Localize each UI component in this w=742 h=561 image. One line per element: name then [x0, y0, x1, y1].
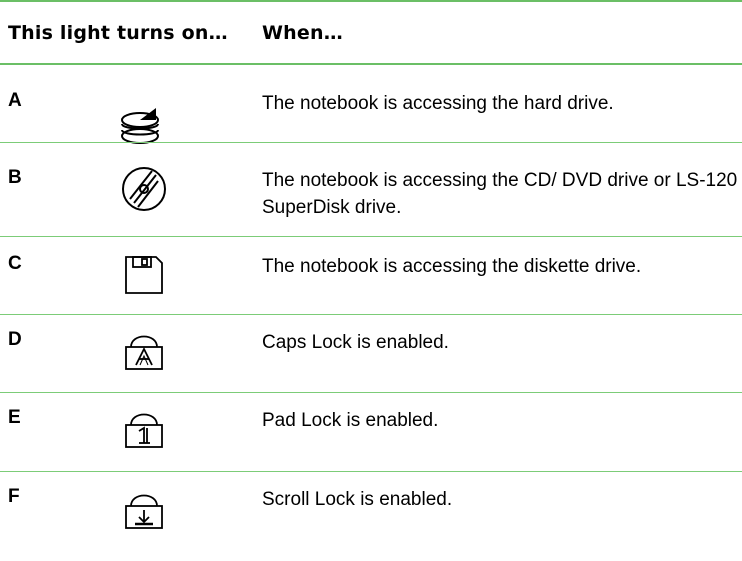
table-row: F Scroll Lock is enabled.: [0, 472, 742, 561]
top-rule: [0, 0, 742, 2]
row-when: The notebook is accessing the diskette d…: [262, 256, 642, 277]
table-row: B The notebook is accessing the CD/ DVD …: [0, 143, 742, 236]
table-row: E Pad Lock is enabled.: [0, 393, 742, 471]
scroll-lock-icon: [122, 484, 166, 532]
row-letter: E: [8, 407, 21, 428]
caps-lock-icon: [122, 325, 166, 373]
row-when: Pad Lock is enabled.: [262, 410, 439, 431]
row-letter: B: [8, 167, 22, 188]
header-col-light: This light turns on…: [8, 22, 228, 44]
row-letter: F: [8, 486, 20, 507]
table-row: D Caps Lock is enabled.: [0, 315, 742, 392]
pad-lock-icon: [122, 403, 166, 451]
header-col-when: When…: [262, 22, 343, 44]
row-when: Scroll Lock is enabled.: [262, 489, 453, 510]
row-letter: D: [8, 329, 22, 350]
row-when: The notebook is accessing the CD/ DVD dr…: [262, 170, 738, 218]
row-letter: A: [8, 90, 22, 111]
row-when: Caps Lock is enabled.: [262, 332, 449, 353]
table-row: C The notebook is accessing the diskette…: [0, 237, 742, 314]
diskette-icon: [122, 253, 166, 297]
cd-dvd-icon: [118, 163, 170, 215]
row-letter: C: [8, 253, 22, 274]
table-row: A The notebook is accessing the hard dri…: [0, 64, 742, 144]
row-when: The notebook is accessing the hard drive…: [262, 93, 614, 114]
